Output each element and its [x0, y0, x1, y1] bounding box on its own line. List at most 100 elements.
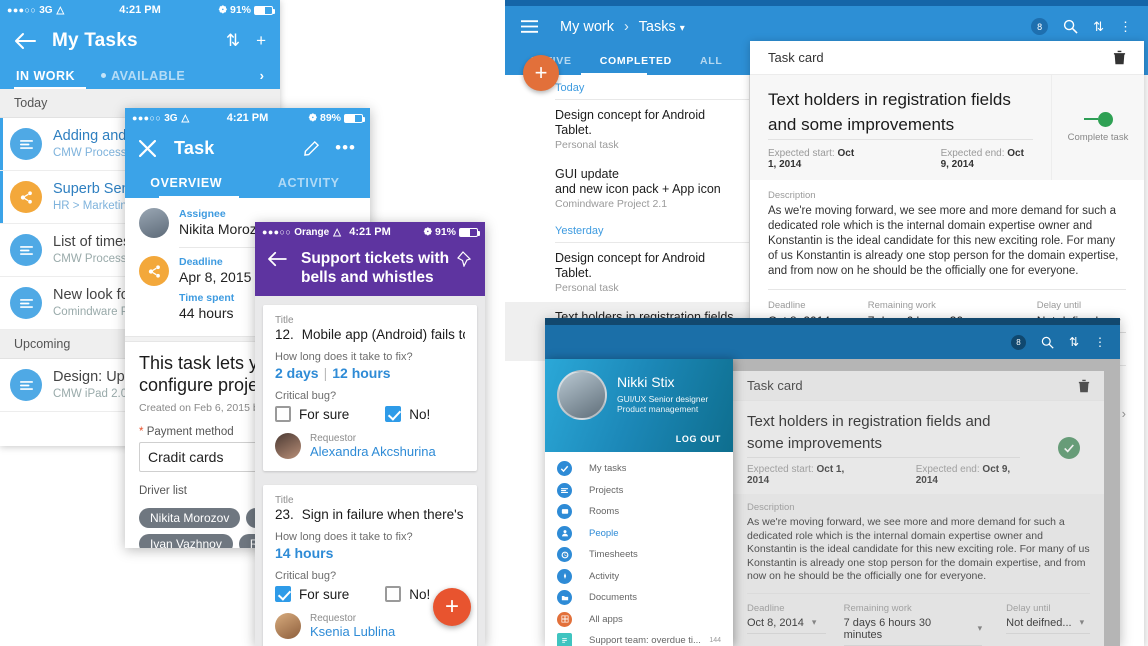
list-item[interactable]: Design concept for Android Tablet. Perso… [505, 243, 749, 302]
chip[interactable]: Nikita Morozov [139, 508, 241, 528]
fix-duration-answer[interactable]: 14 hours [275, 545, 465, 561]
chip[interactable]: Ivan Vazhnov [139, 534, 233, 548]
status-bar-accent [0, 171, 3, 223]
search-icon[interactable] [1041, 336, 1054, 349]
add-task-fab[interactable]: + [523, 55, 559, 91]
drawer-item-activity[interactable]: Activity [545, 566, 733, 588]
bluetooth-icon: ❁ [423, 226, 432, 238]
hamburger-icon[interactable] [521, 20, 538, 33]
drawer-item-support-team[interactable]: Support team: overdue ti... 144 [545, 630, 733, 646]
chat-icon [557, 504, 572, 520]
field-remaining-work[interactable]: Remaining work 7 days 6 hours 30 minutes… [843, 603, 983, 646]
drawer-item-label: All apps [589, 613, 623, 625]
ticket-card[interactable]: Title 12. Mobile app (Android) fails to p… [263, 305, 477, 471]
tab-available[interactable]: AVAILABLE [111, 69, 185, 83]
fix-duration-question: How long does it take to fix? [275, 351, 413, 363]
notification-badge[interactable]: 8 [1031, 18, 1049, 35]
drawer-item-documents[interactable]: Documents [545, 587, 733, 609]
tab-all[interactable]: ALL [700, 55, 723, 67]
sort-icon[interactable]: ⇅ [1069, 335, 1079, 349]
list-item[interactable]: Design concept for Android Tablet. Perso… [505, 100, 749, 159]
pencil-icon[interactable] [304, 140, 320, 156]
drawer-item-timesheets[interactable]: Timesheets [545, 544, 733, 566]
add-ticket-fab[interactable]: + [433, 588, 471, 626]
breadcrumb-root[interactable]: My work [560, 19, 614, 35]
trash-icon[interactable] [1113, 50, 1126, 65]
fix-duration-answer[interactable]: 2 days | 12 hours [275, 365, 465, 381]
checkbox-for-sure[interactable] [275, 586, 291, 602]
ios-support-tickets-panel: ●●●○○ Orange △ 4:21 PM ❁ 91% Support tic… [255, 222, 485, 646]
grid-icon [557, 611, 572, 627]
ticket-title-text: Sign in failure when there's more... [301, 507, 465, 522]
task-card-dimmed: Task card Text holders in registration f… [733, 371, 1104, 646]
close-icon[interactable] [139, 139, 156, 157]
chevron-right-icon[interactable]: › [1122, 406, 1126, 421]
more-vert-icon[interactable]: ⋮ [1094, 335, 1106, 349]
activity-icon [557, 568, 572, 584]
complete-task-toggle[interactable]: Complete task [1051, 75, 1144, 180]
avatar [275, 613, 301, 639]
requestor-row[interactable]: Requestor Alexandra Akcshurina [275, 433, 465, 459]
more-icon[interactable]: ••• [335, 138, 356, 158]
pin-icon[interactable] [457, 251, 473, 267]
task-title[interactable]: Text holders in registration fields and … [747, 411, 1020, 458]
checkbox-label: No! [409, 406, 431, 422]
scrim[interactable]: Task card Text holders in registration f… [545, 359, 1120, 646]
checkbox-no[interactable] [385, 586, 402, 602]
tab-in-work[interactable]: IN WORK [16, 69, 75, 83]
tab-activity[interactable]: ACTIVITY [248, 176, 371, 190]
field-value: Not deifned... [1006, 616, 1072, 629]
notification-badge[interactable]: 8 [1010, 334, 1026, 350]
field-value: Oct 8, 2014 [747, 616, 804, 629]
back-icon[interactable] [267, 251, 287, 267]
drawer-item-people[interactable]: People [545, 523, 733, 545]
complete-task-check-icon[interactable] [1058, 436, 1080, 459]
payment-label-text: Payment method [146, 426, 234, 438]
list-icon [10, 128, 42, 160]
ticket-title: 12. Mobile app (Android) fails to perf... [275, 327, 465, 342]
breadcrumb-separator: › [624, 18, 629, 35]
sort-icon[interactable]: ⇅ [226, 31, 240, 51]
screenshot-root: ●●●○○ 3G △ 4:21 PM ❁ 91% My Tasks ⇅ + IN… [0, 0, 1148, 646]
plus-icon[interactable]: + [256, 31, 266, 51]
back-icon[interactable] [14, 32, 36, 50]
logout-button[interactable]: LOG OUT [676, 434, 721, 444]
checkbox-for-sure[interactable] [275, 406, 291, 422]
fix-duration-question: How long does it take to fix? [275, 531, 413, 543]
tab-overview[interactable]: OVERVIEW [125, 176, 248, 190]
breadcrumb-current[interactable]: Tasks [639, 19, 676, 35]
tab-completed[interactable]: COMPLETED [600, 55, 672, 67]
user-role: GUI/UX Senior designer [617, 394, 709, 404]
task-title[interactable]: Text holders in registration fields and … [768, 87, 1033, 140]
answer-hours: 12 hours [332, 365, 391, 381]
chevron-down-icon[interactable]: ▾ [680, 23, 685, 34]
field-deadline[interactable]: Deadline Oct 8, 2014 ▾ [747, 603, 826, 646]
drawer-item-label: Documents [589, 592, 638, 604]
list-item[interactable]: GUI update and new icon pack + App icon … [505, 159, 749, 218]
checkbox-no[interactable] [385, 406, 402, 422]
ticket-number: 23. [275, 507, 294, 522]
field-label: Delay until [1036, 300, 1082, 311]
drawer-item-my-tasks[interactable]: My tasks [545, 458, 733, 480]
list-item-subtitle: Comindware Project 2.1 [555, 198, 668, 210]
avatar[interactable] [557, 370, 607, 420]
drawer-item-rooms[interactable]: Rooms [545, 501, 733, 523]
breadcrumb: My work › Tasks ▾ [560, 19, 685, 35]
trash-icon[interactable] [1078, 379, 1090, 393]
sort-icon[interactable]: ⇅ [1093, 19, 1104, 35]
chevron-down-icon[interactable]: ▾ [1080, 617, 1085, 628]
more-vert-icon[interactable]: ⋮ [1119, 19, 1132, 35]
search-icon[interactable] [1063, 19, 1078, 34]
drawer-item-projects[interactable]: Projects [545, 480, 733, 502]
drawer-item-all-apps[interactable]: All apps [545, 609, 733, 631]
chevron-down-icon[interactable]: ▾ [812, 617, 817, 628]
chevron-down-icon[interactable]: ▾ [978, 623, 983, 634]
toggle-switch-icon[interactable] [1083, 111, 1113, 127]
page-title: Support tickets with bells and whistles [301, 250, 450, 286]
field-delay-until[interactable]: Delay until Not deifned... ▾ [1006, 603, 1090, 646]
description-text: As we're moving forward, we see more and… [747, 516, 1090, 582]
status-bar-accent [0, 118, 3, 170]
chevron-right-icon[interactable]: › [260, 68, 264, 83]
task-card-title-label: Task card [747, 378, 803, 393]
drawer-item-label: My tasks [589, 463, 627, 475]
